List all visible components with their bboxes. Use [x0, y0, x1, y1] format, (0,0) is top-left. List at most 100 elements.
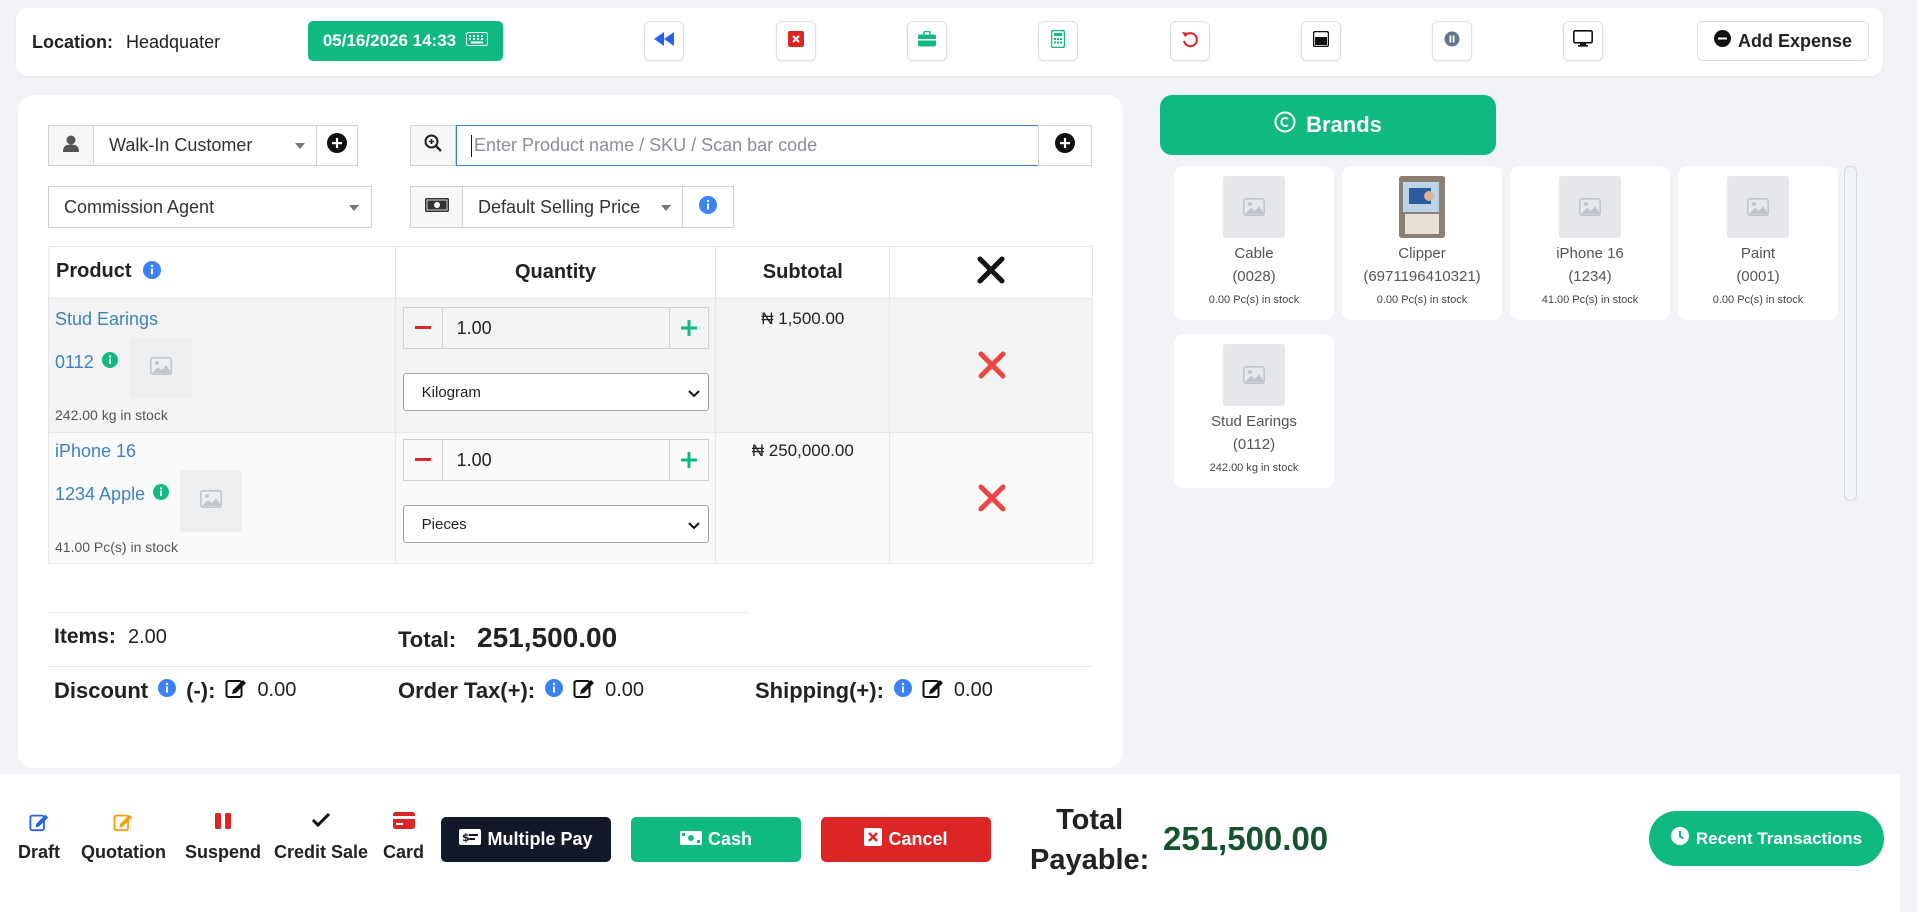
quantity-stepper[interactable]: 1.00	[402, 439, 709, 481]
clock-icon	[1670, 827, 1689, 850]
product-card[interactable]: iPhone 16 (1234) 41.00 Pc(s) in stock	[1510, 166, 1670, 320]
quantity-input[interactable]: 1.00	[441, 440, 670, 480]
card-label: Card	[383, 842, 425, 862]
chevron-down-icon	[349, 205, 359, 211]
register-details-button[interactable]	[907, 21, 947, 61]
datetime-button[interactable]: 05/16/2026 14:33	[308, 21, 503, 61]
cart-subtotal-cell: ₦ 250,000.00	[715, 432, 891, 564]
add-expense-button[interactable]: Add Expense	[1697, 21, 1869, 61]
remove-row-icon[interactable]	[978, 351, 1006, 384]
cart-product-name[interactable]: Stud Earings	[55, 309, 158, 330]
credit-card-icon	[383, 812, 424, 834]
product-card-stock: 0.00 Pc(s) in stock	[1208, 294, 1300, 306]
commission-agent-value: Commission Agent	[64, 196, 215, 217]
cart-product-sku[interactable]: 1234 Apple	[55, 484, 145, 505]
suspend-button[interactable]: Suspend	[185, 812, 261, 863]
product-card[interactable]: Paint (0001) 0.00 Pc(s) in stock	[1678, 166, 1838, 320]
quantity-column-header: Quantity	[394, 246, 717, 299]
product-card[interactable]: Stud Earings (0112) 242.00 kg in stock	[1174, 334, 1334, 488]
info-icon[interactable]	[158, 679, 177, 702]
brands-button[interactable]: Brands	[1160, 95, 1496, 155]
keyboard-icon	[466, 31, 489, 51]
info-icon[interactable]	[893, 679, 912, 702]
backward-icon	[654, 31, 674, 51]
close-register-button[interactable]	[776, 21, 816, 61]
product-card[interactable]: Clipper (6971196410321) 0.00 Pc(s) in st…	[1342, 166, 1502, 320]
cancel-button[interactable]: Cancel	[821, 817, 991, 862]
cash-button[interactable]: Cash	[631, 817, 801, 862]
customer-display-button[interactable]	[1563, 21, 1603, 61]
info-icon[interactable]	[545, 679, 564, 702]
calculator-button[interactable]	[1038, 21, 1078, 61]
quotation-label: Quotation	[81, 842, 166, 862]
chevron-down-icon	[687, 517, 700, 534]
unit-select[interactable]: Pieces	[402, 505, 709, 543]
info-icon[interactable]	[153, 484, 170, 505]
decrease-quantity-button[interactable]	[404, 440, 442, 480]
cart-product-sku-row: 0112	[55, 352, 118, 373]
draft-button[interactable]: Draft	[18, 812, 60, 863]
cart-product-sku[interactable]: 0112	[55, 352, 94, 373]
decrease-quantity-button[interactable]	[404, 308, 442, 348]
info-icon[interactable]	[143, 261, 162, 284]
return-button[interactable]	[1170, 21, 1210, 61]
multiple-pay-button[interactable]: $ Multiple Pay	[441, 817, 611, 862]
customer-select[interactable]: Walk-In Customer	[93, 125, 318, 166]
card-button[interactable]: Card	[383, 812, 424, 863]
window-icon	[1312, 30, 1330, 52]
edit-icon[interactable]	[225, 677, 247, 704]
backward-button[interactable]	[644, 21, 684, 61]
order-tax-label: Order Tax(+):	[398, 677, 536, 703]
brands-label: Brands	[1306, 112, 1382, 137]
datetime-text: 05/16/2026 14:33	[322, 31, 457, 50]
cart-quantity-cell: 1.00 Pieces	[394, 432, 717, 564]
view-suspended-button[interactable]	[1301, 21, 1341, 61]
product-card[interactable]: Cable (0028) 0.00 Pc(s) in stock	[1174, 166, 1334, 320]
shipping-row: Shipping(+): 0.00	[755, 677, 993, 704]
edit-icon[interactable]	[573, 677, 595, 704]
customer-addon	[48, 125, 94, 166]
copyright-circle-icon	[1274, 111, 1296, 139]
price-group-select[interactable]: Default Selling Price	[462, 186, 684, 228]
total-payable-value: 251,500.00	[1163, 820, 1329, 857]
minus-circle-icon	[1713, 30, 1731, 52]
credit-sale-button[interactable]: Credit Sale	[274, 812, 368, 863]
product-list-scrollbar[interactable]	[1844, 166, 1857, 501]
pause-icon	[1444, 31, 1460, 52]
price-group-info-button[interactable]	[682, 186, 734, 228]
discount-label: Discount	[54, 677, 149, 703]
edit-icon	[18, 812, 60, 834]
product-thumbnail	[130, 337, 192, 399]
location-value[interactable]: Headquater	[126, 32, 220, 53]
unit-select[interactable]: Kilogram	[402, 373, 709, 411]
increase-quantity-button[interactable]	[670, 440, 708, 480]
recent-transactions-button[interactable]: Recent Transactions	[1649, 811, 1884, 866]
cart-quantity-cell: 1.00 Kilogram	[394, 298, 717, 433]
cart-product-stock: 41.00 Pc(s) in stock	[55, 539, 178, 555]
add-product-button[interactable]	[1038, 125, 1092, 166]
quantity-input[interactable]: 1.00	[441, 308, 670, 348]
product-search-input[interactable]: Enter Product name / SKU / Scan bar code	[456, 125, 1039, 166]
zoom-in-icon	[424, 134, 442, 157]
close-icon[interactable]	[977, 256, 1005, 289]
cart-product-name[interactable]: iPhone 16	[55, 441, 136, 462]
info-icon[interactable]	[101, 352, 118, 373]
unit-select-value: Pieces	[421, 515, 467, 533]
cart-remove-cell	[889, 298, 1093, 433]
add-customer-button[interactable]	[316, 125, 358, 166]
edit-icon[interactable]	[922, 677, 944, 704]
quotation-button[interactable]: Quotation	[81, 812, 166, 863]
search-addon	[410, 125, 456, 166]
product-thumbnail	[180, 470, 242, 532]
quantity-stepper[interactable]: 1.00	[402, 307, 709, 349]
svg-text:$: $	[462, 831, 470, 844]
increase-quantity-button[interactable]	[670, 308, 708, 348]
commission-agent-select[interactable]: Commission Agent	[48, 186, 372, 228]
remove-all-column-header[interactable]	[889, 246, 1093, 299]
product-card-name: Clipper	[1398, 245, 1446, 262]
cart-product-stock: 242.00 kg in stock	[55, 407, 168, 423]
chevron-down-icon	[295, 143, 305, 149]
remove-row-icon[interactable]	[978, 484, 1006, 517]
close-window-icon	[788, 30, 804, 52]
pause-button[interactable]	[1432, 21, 1472, 61]
